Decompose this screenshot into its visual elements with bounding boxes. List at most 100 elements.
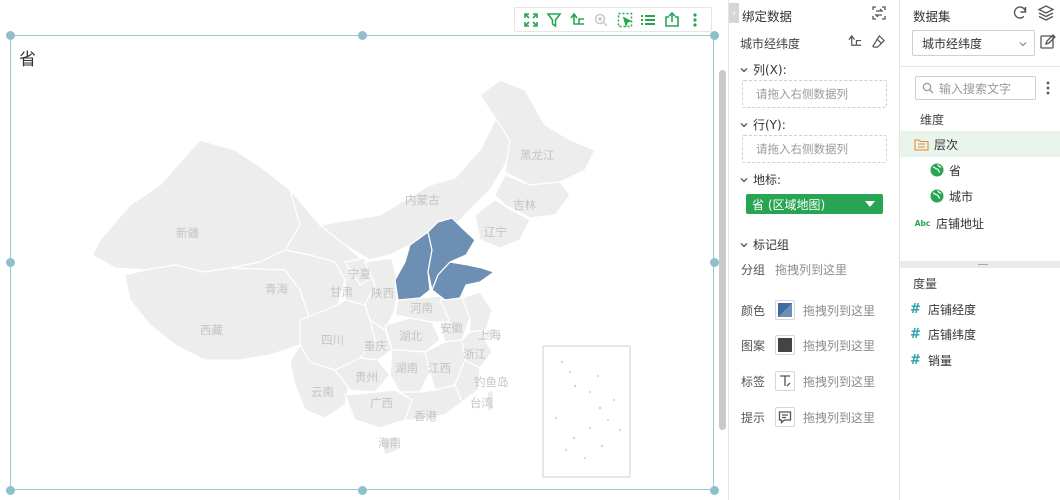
resize-handle-bl[interactable] [6,486,15,495]
zoom-icon[interactable] [592,11,610,29]
mark-hint: 拖拽列到这里 [803,410,876,425]
dataset-select[interactable]: 城市经纬度 [912,30,1035,56]
list-icon[interactable] [639,11,657,29]
chevron-down-icon [740,122,748,127]
color-drop-zone[interactable]: 颜色 拖拽列到这里 [741,300,875,320]
resize-handle-br[interactable] [710,486,719,495]
globe-icon [929,189,944,204]
field-search-input[interactable]: 输入搜索文字 [915,76,1036,100]
text-label-icon[interactable] [775,371,795,391]
geo-field-label: 省 (区域地图) [752,197,826,212]
chart-selection-frame[interactable] [10,35,714,490]
measure-field-row[interactable]: # 销量 [900,347,1060,373]
label-drop-zone[interactable]: 标签 拖拽列到这里 [741,371,875,391]
divider [900,66,1060,67]
hierarchy-label: 层次 [934,137,959,152]
select-icon[interactable] [616,11,634,29]
chevron-down-icon [740,242,748,247]
hierarchy-row[interactable]: 层次 [900,131,1060,157]
dimension-field-row[interactable]: 城市 [900,183,1060,209]
measure-field-row[interactable]: # 店铺纬度 [900,321,1060,347]
canvas-scrollbar[interactable] [719,70,726,430]
columns-label: 列(X): [753,63,787,77]
dropdown-arrow-icon[interactable] [865,201,875,207]
measure-field-label: 销量 [928,353,953,368]
fullscreen-icon[interactable] [522,11,540,29]
mark-hint: 拖拽列到这里 [803,303,876,318]
search-icon [922,82,934,94]
measure-field-label: 店铺纬度 [928,327,977,342]
marks-section-header[interactable]: 标记组 [740,236,789,253]
dimension-field-row[interactable]: Abc 店铺地址 [900,210,1060,236]
marks-label: 标记组 [753,238,790,252]
mark-label: 提示 [741,410,766,425]
numeric-type-icon: # [910,326,921,342]
dimensions-header: 维度 [920,113,945,127]
chart-title: 省 [19,50,36,70]
chart-canvas: 新疆 西藏 青海 甘肃 宁夏 内蒙古 黑龙江 吉林 辽宁 陕西 河南 安徽 湖北… [0,0,728,500]
group-drop-zone[interactable]: 分组 拖拽列到这里 [741,261,847,278]
drill-config-icon[interactable] [848,34,863,49]
color-swatch-icon[interactable] [775,300,795,320]
measure-field-label: 店铺经度 [928,302,977,317]
more-vertical-icon[interactable] [1044,80,1052,96]
dimension-field-row[interactable]: 省 [900,157,1060,183]
folder-hierarchy-icon [914,137,929,152]
pattern-swatch-icon[interactable] [775,335,795,355]
dataset-panel-title: 数据集 [913,9,951,24]
resize-handle-tc[interactable] [358,31,367,40]
columns-section-header[interactable]: 列(X): [740,61,787,78]
edit-icon[interactable] [1039,33,1057,51]
dimension-field-label: 城市 [949,189,974,204]
geo-section-header[interactable]: 地标: [740,171,781,188]
mark-label: 图案 [741,338,766,353]
rows-drop-zone[interactable]: 请拖入右侧数据列 [742,135,887,163]
dataset-layers-icon[interactable] [1037,4,1055,22]
mark-hint: 拖拽列到这里 [803,338,876,353]
drill-icon[interactable] [569,11,587,29]
resize-handle-ml[interactable] [6,258,15,267]
collapse-panel-button[interactable]: › [729,3,739,23]
mark-label: 标签 [741,374,766,389]
report-designer: 新疆 西藏 青海 甘肃 宁夏 内蒙古 黑龙江 吉林 辽宁 陕西 河南 安徽 湖北… [0,0,1060,500]
numeric-type-icon: # [910,352,921,368]
tooltip-drop-zone[interactable]: 提示 拖拽列到这里 [741,407,875,427]
more-vertical-icon[interactable] [686,11,704,29]
rows-section-header[interactable]: 行(Y): [740,116,786,133]
measures-header: 度量 [913,277,938,291]
dataset-panel: 数据集 城市经纬度 输入搜索文字 维度 层次 省 城市 Abc 店铺地址 度量 … [900,0,1060,500]
chevron-down-icon [1019,42,1027,47]
resize-handle-mr[interactable] [710,258,719,267]
group-label: 分组 [741,263,766,277]
numeric-type-icon: # [910,301,921,317]
measure-field-row[interactable]: # 店铺经度 [900,296,1060,322]
swap-icon[interactable] [870,4,888,22]
search-placeholder: 输入搜索文字 [939,81,1012,96]
geo-label: 地标: [753,173,782,187]
refresh-icon[interactable] [1011,4,1029,22]
export-icon[interactable] [663,11,681,29]
dataset-select-value: 城市经纬度 [922,36,983,51]
pattern-drop-zone[interactable]: 图案 拖拽列到这里 [741,335,875,355]
columns-drop-zone[interactable]: 请拖入右侧数据列 [742,80,887,108]
chart-toolbar [514,7,712,32]
geo-field-pill[interactable]: 省 (区域地图) [746,194,883,214]
dimension-field-label: 省 [949,163,962,178]
bind-data-panel: › 绑定数据 城市经纬度 列(X): 请拖入右侧数据列 行(Y): 请拖入右侧数… [728,0,900,500]
mark-label: 颜色 [741,303,766,318]
group-hint: 拖拽列到这里 [775,263,848,277]
resize-handle-tr[interactable] [710,31,719,40]
mark-hint: 拖拽列到这里 [803,374,876,389]
rows-label: 行(Y): [753,118,786,132]
filter-icon[interactable] [545,11,563,29]
resize-handle-bc[interactable] [358,486,367,495]
resize-handle-tl[interactable] [6,31,15,40]
panel-splitter[interactable] [900,261,1060,268]
bind-panel-title: 绑定数据 [742,9,793,24]
globe-icon [929,163,944,178]
chevron-down-icon [740,177,748,182]
tooltip-icon[interactable] [775,407,795,427]
text-type-icon: Abc [914,218,931,228]
chevron-down-icon [740,67,748,72]
eraser-icon[interactable] [871,34,886,49]
